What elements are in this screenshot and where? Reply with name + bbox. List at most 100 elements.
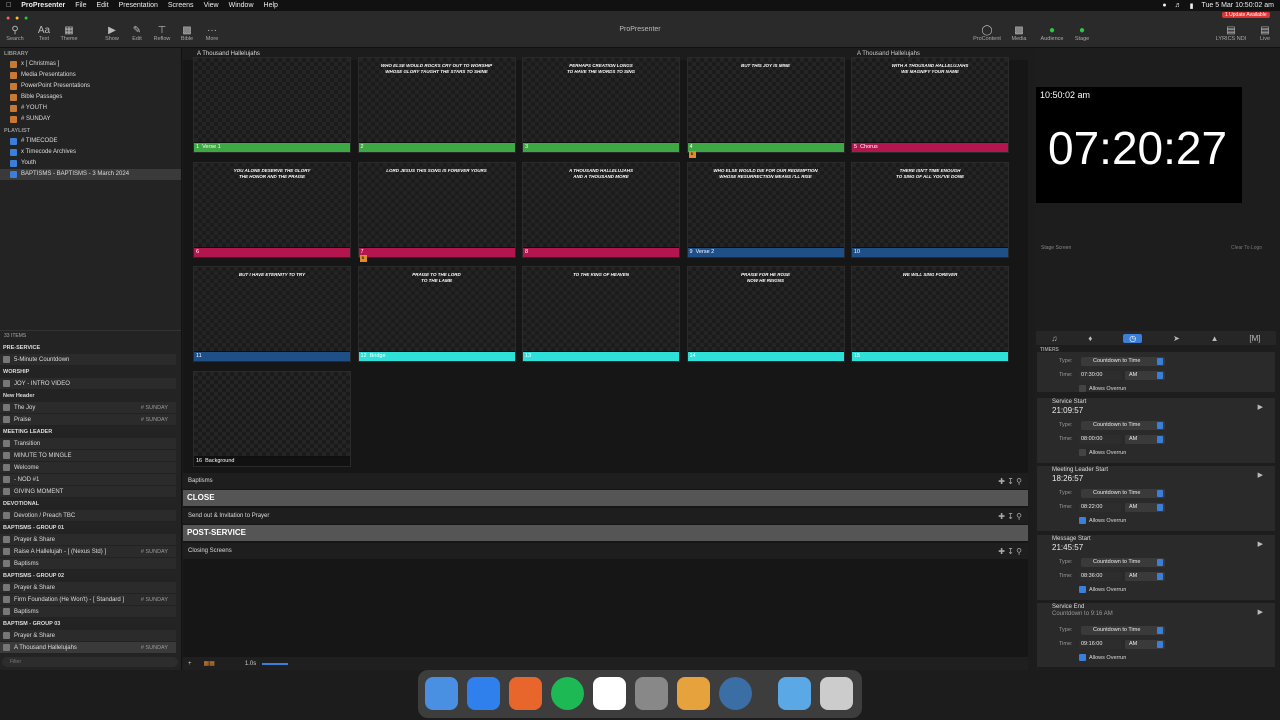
finder-icon[interactable]: [425, 677, 458, 710]
quicktime-icon[interactable]: [719, 677, 752, 710]
slide-thumbnail[interactable]: WE WILL SING FOREVER 15: [851, 266, 1009, 362]
menu-view[interactable]: View: [204, 2, 219, 9]
menu-edit[interactable]: Edit: [97, 2, 109, 9]
timer-ampm-select[interactable]: AM: [1125, 572, 1165, 581]
row-closing-screens[interactable]: Closing Screens ✚ ↧ ⚲: [183, 543, 1028, 559]
playlist-row[interactable]: GIVING MOMENT: [0, 486, 176, 498]
trash-icon[interactable]: [820, 677, 853, 710]
menu-screens[interactable]: Screens: [168, 2, 194, 9]
minimize-window-icon[interactable]: ●: [15, 15, 19, 22]
timer-item[interactable]: Type: Countdown to Time Time: 07:30:00 AM All…: [1037, 352, 1275, 392]
playlist-item[interactable]: Youth: [0, 158, 181, 169]
timer-ampm-select[interactable]: AM: [1125, 640, 1165, 649]
library-item[interactable]: PowerPoint Presentations: [0, 81, 181, 92]
battery-icon[interactable]: ▮: [1190, 2, 1194, 10]
timer-type-select[interactable]: Countdown to Time: [1081, 626, 1165, 635]
timer-ampm-select[interactable]: AM: [1125, 503, 1165, 512]
allows-overrun-checkbox[interactable]: Allows Overrun: [1079, 449, 1126, 456]
playlist-row[interactable]: The Joy # SUNDAY: [0, 402, 176, 414]
playlist-row[interactable]: JOY - INTRO VIDEO: [0, 378, 176, 390]
reflow-button[interactable]: ⊤ Reflow: [150, 25, 174, 42]
slide-thumbnail[interactable]: THERE ISN'T TIME ENOUGH TO SING OF ALL Y…: [851, 161, 1009, 258]
more-button[interactable]: ··· More: [200, 25, 224, 42]
timer-time-input[interactable]: 08:00:00: [1079, 435, 1121, 444]
zoom-window-icon[interactable]: ●: [24, 15, 28, 22]
playlist-header-row[interactable]: BAPTISMS - GROUP 02: [0, 570, 176, 582]
menu-app[interactable]: ProPresenter: [21, 2, 65, 9]
wifi-icon[interactable]: ●: [1162, 2, 1166, 9]
procontent-button[interactable]: ◯ ProContent: [970, 25, 1004, 42]
bible-button[interactable]: ▩ Bible: [175, 25, 199, 42]
timer-play-icon[interactable]: ▶: [1258, 608, 1263, 616]
live-button[interactable]: ▤ Live: [1253, 25, 1277, 42]
timer-name[interactable]: Service Start: [1052, 399, 1086, 405]
playlist-row[interactable]: MINUTE TO MINGLE: [0, 450, 176, 462]
office-icon[interactable]: [509, 677, 542, 710]
timer-time-input[interactable]: 08:22:00: [1079, 503, 1121, 512]
timer-ampm-select[interactable]: AM: [1125, 371, 1165, 380]
clear-to-logo[interactable]: Clear To Logo: [1231, 245, 1262, 251]
timer-type-select[interactable]: Countdown to Time: [1081, 489, 1165, 498]
playlist-header-row[interactable]: New Header: [0, 390, 176, 402]
slide-thumbnail[interactable]: A THOUSAND HALLELUJAHS AND A THOUSAND MO…: [522, 161, 680, 258]
library-item[interactable]: Bible Passages: [0, 92, 181, 103]
playlist-header-row[interactable]: MEETING LEADER: [0, 426, 176, 438]
playlist-row[interactable]: 5-Minute Countdown: [0, 354, 176, 366]
playlist-row[interactable]: Devotion / Preach TBC: [0, 510, 176, 522]
allows-overrun-checkbox[interactable]: Allows Overrun: [1079, 586, 1126, 593]
playlist-header-row[interactable]: DEVOTIONAL: [0, 498, 176, 510]
lyrics-ndi-button[interactable]: ▤ LYRICS NDI: [1212, 25, 1250, 42]
timer-type-select[interactable]: Countdown to Time: [1081, 421, 1165, 430]
playlist-row[interactable]: Transition: [0, 438, 176, 450]
grid-view-icon[interactable]: ▦▦: [204, 660, 215, 667]
playlist-row[interactable]: Praise # SUNDAY: [0, 414, 176, 426]
safari-icon[interactable]: [467, 677, 500, 710]
playlist-row[interactable]: Prayer & Share: [0, 582, 176, 594]
add-icon[interactable]: +: [188, 661, 192, 667]
send-icon[interactable]: ➤: [1173, 334, 1180, 343]
volume-icon[interactable]: ♬: [1175, 2, 1182, 9]
timer-play-icon[interactable]: ▶: [1258, 403, 1263, 411]
mic-icon[interactable]: ♦: [1088, 334, 1092, 343]
apple-icon[interactable]: : [6, 2, 11, 9]
filter-input[interactable]: Filter: [2, 657, 178, 667]
settings-icon[interactable]: [635, 677, 668, 710]
timer-play-icon[interactable]: ▶: [1258, 471, 1263, 479]
music-icon[interactable]: ♫: [1051, 334, 1057, 343]
slide-thumbnail[interactable]: PRAISE TO THE LORD TO THE LAMB 12 Bridge B: [357, 255, 516, 362]
timer-item[interactable]: Service Start 21:09:57 ▶ Type: Countdown to …: [1037, 398, 1275, 463]
playlist-item[interactable]: # TIMECODE: [0, 136, 181, 147]
slide-thumbnail[interactable]: TO THE KING OF HEAVEN 13: [522, 266, 680, 362]
library-item[interactable]: Media Presentations: [0, 70, 181, 81]
spotify-icon[interactable]: [551, 677, 584, 710]
allows-overrun-checkbox[interactable]: Allows Overrun: [1079, 654, 1126, 661]
playlist-row[interactable]: - NOD #1: [0, 474, 176, 486]
playlist-row[interactable]: Baptisms: [0, 558, 176, 570]
header-close[interactable]: CLOSE: [183, 490, 1028, 506]
edit-button[interactable]: ✎ Edit: [125, 25, 149, 42]
row-tools[interactable]: ✚ ↧ ⚲: [998, 477, 1022, 486]
slide-thumbnail[interactable]: WHO ELSE WOULD ROCKS CRY OUT TO WORSHIP …: [357, 57, 516, 153]
timer-item[interactable]: Message Start 21:45:57 ▶ Type: Countdown to …: [1037, 535, 1275, 600]
timer-time-input[interactable]: 08:36:00: [1079, 572, 1121, 581]
playlist-header-row[interactable]: BAPTISMS - GROUP 01: [0, 522, 176, 534]
powerpoint-icon[interactable]: [593, 677, 626, 710]
playlist-header-row[interactable]: WORSHIP: [0, 366, 176, 378]
allows-overrun-checkbox[interactable]: Allows Overrun: [1079, 385, 1126, 392]
slide-thumbnail[interactable]: WHO ELSE WOULD DIE FOR OUR REDEMPTION WH…: [686, 150, 845, 258]
audience-button[interactable]: ● Audience: [1038, 25, 1066, 42]
menubar-clock[interactable]: Tue 5 Mar 10:50:02 am: [1201, 2, 1274, 9]
slide-thumbnail[interactable]: PRAISE FOR HE ROSE NOW HE REIGNS 14: [686, 266, 845, 362]
slide-thumbnail[interactable]: YOU ALONE DESERVE THE GLORY THE HONOR AN…: [193, 161, 351, 258]
playlist-header-row[interactable]: BAPTISM - GROUP 03: [0, 618, 176, 630]
timer-time-input[interactable]: 07:30:00: [1079, 371, 1121, 380]
playlist-row[interactable]: Raise A Hallelujah - [ (Nexus Std) ] # SU…: [0, 546, 176, 558]
update-badge[interactable]: 1 Update Available: [1222, 12, 1270, 18]
stage-button[interactable]: ● Stage: [1070, 25, 1094, 42]
timer-ampm-select[interactable]: AM: [1125, 435, 1165, 444]
timer-item[interactable]: Meeting Leader Start 18:26:57 ▶ Type: Countd…: [1037, 466, 1275, 531]
speed-slider[interactable]: [262, 662, 289, 665]
row-send-out[interactable]: Send out & Invitation to Prayer ✚ ↧ ⚲: [183, 508, 1028, 524]
macro-icon[interactable]: [M]: [1249, 334, 1260, 343]
text-button[interactable]: Aa Text: [32, 25, 56, 42]
